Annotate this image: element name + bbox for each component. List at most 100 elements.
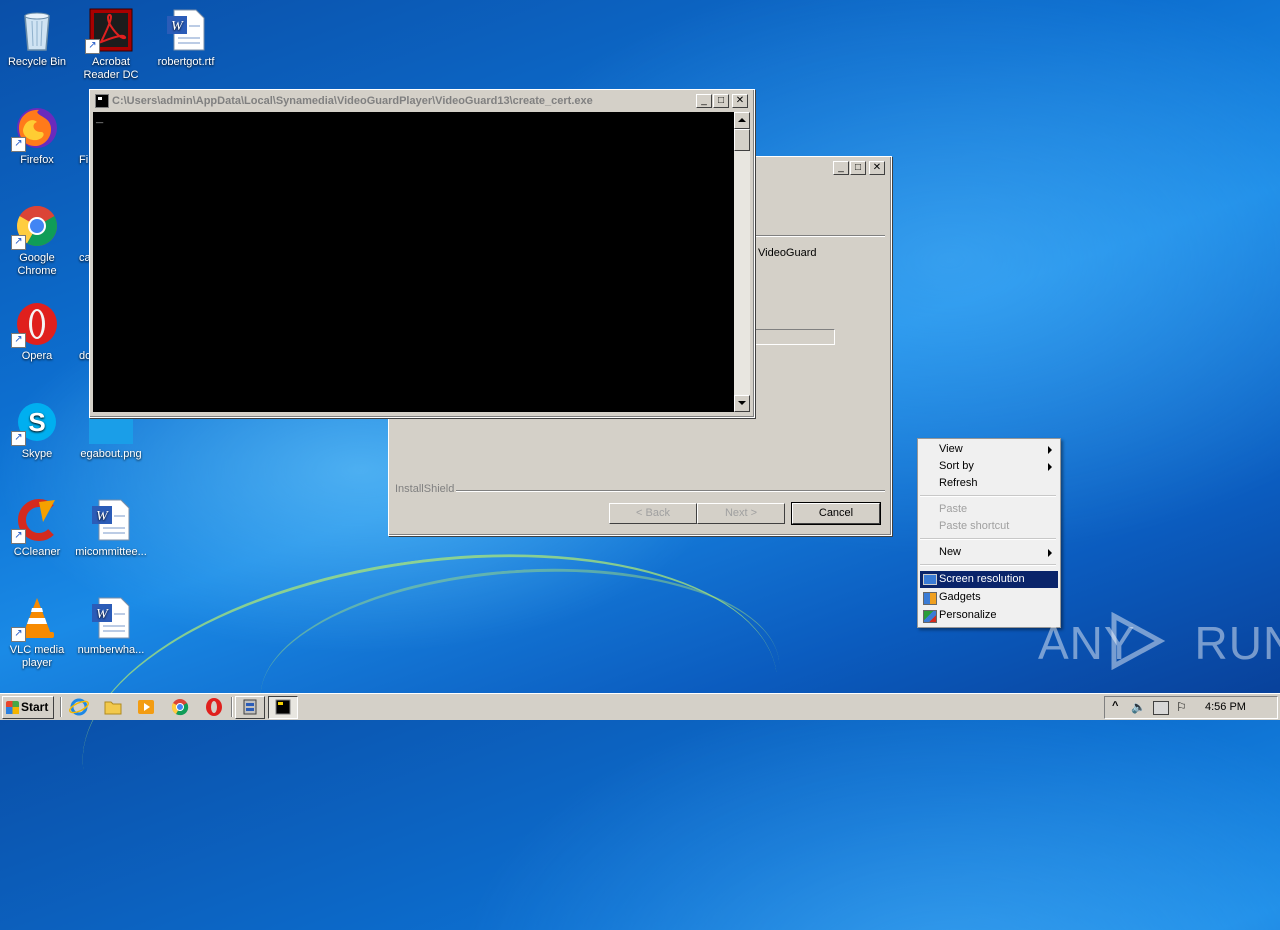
play-logo-icon	[1111, 612, 1166, 670]
scroll-thumb[interactable]	[734, 129, 750, 151]
tray-expand-chevron-icon[interactable]: ^	[1112, 700, 1118, 712]
desktop-context-menu: View Sort by Refresh Paste Paste shortcu…	[917, 438, 1061, 628]
desktop-icon-opera[interactable]: ↗ Opera	[0, 302, 74, 363]
console-titlebar[interactable]: C:\Users\admin\AppData\Local\Synamedia\V…	[92, 92, 750, 110]
chrome-taskbar-icon[interactable]	[169, 697, 191, 717]
desktop-icon-label: egabout.png	[80, 448, 142, 460]
desktop-icon-label: Acrobat Reader DC	[83, 56, 139, 81]
console-output-area[interactable]: _	[93, 112, 734, 412]
action-center-flag-icon[interactable]: ⚐	[1176, 700, 1187, 714]
taskbar-button-installshield[interactable]	[235, 696, 265, 719]
scroll-down-button[interactable]	[734, 395, 750, 412]
installshield-footer-divider	[395, 490, 885, 492]
system-tray: ^ 🔈 ⚐ 4:56 PM	[1104, 696, 1278, 719]
shortcut-arrow-icon: ↗	[11, 137, 26, 152]
taskbar-button-console[interactable]	[268, 696, 298, 719]
explorer-folder-icon[interactable]	[102, 697, 124, 717]
opera-taskbar-icon[interactable]	[203, 697, 225, 717]
opera-icon: ↗	[11, 302, 59, 348]
menu-item-label: Personalize	[939, 609, 997, 621]
menu-item-label: Paste	[939, 503, 968, 515]
shortcut-arrow-icon: ↗	[11, 333, 26, 348]
maximize-button[interactable]: □	[713, 94, 729, 108]
scroll-down-arrow-icon	[738, 401, 746, 405]
desktop-icon-firefox[interactable]: ↗ Firefox	[0, 106, 74, 167]
desktop-icon-label: micommittee...	[75, 546, 147, 558]
start-button[interactable]: Start	[2, 696, 54, 719]
desktop-icon-label: CCleaner	[13, 546, 61, 558]
menu-item-label: Screen resolution	[939, 573, 1025, 585]
shortcut-arrow-icon: ↗	[11, 431, 26, 446]
recycle-bin-icon	[15, 8, 59, 52]
quicklaunch-separator	[60, 697, 62, 717]
menu-item-label: Gadgets	[939, 591, 981, 603]
maximize-button[interactable]: □	[850, 161, 866, 175]
anyrun-watermark: ANY RUN	[1038, 612, 1280, 672]
media-player-icon[interactable]	[135, 697, 157, 717]
installshield-brand-label: InstallShield	[395, 483, 457, 495]
close-button[interactable]: ✕	[869, 161, 885, 175]
network-icon[interactable]	[1153, 701, 1169, 715]
shortcut-arrow-icon: ↗	[85, 39, 100, 54]
word-document-icon: W	[89, 498, 133, 542]
menu-separator	[920, 495, 1056, 497]
acrobat-reader-icon: ↗	[85, 8, 133, 54]
cancel-button[interactable]: Cancel	[791, 502, 881, 525]
minimize-button[interactable]: _	[696, 94, 712, 108]
next-button[interactable]: Next >	[697, 503, 785, 524]
menu-item-refresh[interactable]: Refresh	[920, 475, 1058, 492]
installer-icon	[243, 699, 257, 715]
close-button[interactable]: ✕	[732, 94, 748, 108]
personalize-icon	[923, 610, 937, 623]
submenu-arrow-icon	[1048, 549, 1052, 557]
menu-separator	[920, 564, 1056, 566]
menu-item-paste-shortcut[interactable]: Paste shortcut	[920, 518, 1058, 535]
desktop-icon-skype[interactable]: S ↗ Skype	[0, 400, 74, 461]
console-app-icon	[95, 94, 109, 108]
taskbar: Start ^ 🔈 ⚐ 4:56 PM	[0, 693, 1280, 720]
desktop-icon-numberwha[interactable]: W numberwha...	[74, 596, 148, 657]
menu-item-new[interactable]: New	[920, 544, 1058, 561]
ie-icon[interactable]	[68, 697, 90, 717]
word-document-icon: W	[164, 8, 208, 52]
svg-text:S: S	[28, 407, 45, 437]
desktop-icon-acrobat[interactable]: ↗ Acrobat Reader DC	[74, 8, 148, 82]
desktop-icon-robertgot[interactable]: W robertgot.rtf	[149, 8, 223, 69]
clock[interactable]: 4:56 PM	[1205, 701, 1246, 713]
svg-text:W: W	[171, 19, 184, 34]
submenu-arrow-icon	[1048, 463, 1052, 471]
desktop-icon-ccleaner[interactable]: ↗ CCleaner	[0, 498, 74, 559]
shortcut-arrow-icon: ↗	[11, 529, 26, 544]
menu-item-view[interactable]: View	[920, 441, 1058, 458]
installshield-progress-bar	[755, 329, 835, 345]
menu-item-paste[interactable]: Paste	[920, 501, 1058, 518]
scroll-up-button[interactable]	[734, 112, 750, 129]
menu-item-screen-resolution[interactable]: Screen resolution	[920, 571, 1058, 588]
desktop-icon-label: VLC media player	[9, 644, 65, 669]
volume-icon[interactable]: 🔈	[1131, 700, 1146, 714]
ccleaner-icon: ↗	[11, 498, 59, 544]
menu-item-gadgets[interactable]: Gadgets	[920, 589, 1058, 606]
menu-item-label: Sort by	[939, 460, 974, 472]
shortcut-arrow-icon: ↗	[11, 235, 26, 250]
desktop-icon-label: Recycle Bin	[7, 56, 67, 68]
minimize-button[interactable]: _	[833, 161, 849, 175]
chrome-icon: ↗	[11, 204, 59, 250]
vlc-icon: ↗	[11, 596, 59, 642]
menu-item-sort-by[interactable]: Sort by	[920, 458, 1058, 475]
desktop-icon-label: numberwha...	[77, 644, 145, 656]
word-document-icon: W	[89, 596, 133, 640]
back-button[interactable]: < Back	[609, 503, 697, 524]
svg-text:W: W	[96, 607, 109, 622]
console-vertical-scrollbar[interactable]	[734, 112, 750, 412]
desktop-icon-vlc[interactable]: ↗ VLC media player	[0, 596, 74, 670]
menu-item-label: View	[939, 443, 963, 455]
desktop-icon-label: Firefox	[20, 154, 54, 166]
menu-item-label: Refresh	[939, 477, 978, 489]
desktop-icon-label: robertgot.rtf	[157, 56, 215, 68]
console-window[interactable]: C:\Users\admin\AppData\Local\Synamedia\V…	[89, 89, 755, 418]
desktop-icon-chrome[interactable]: ↗ Google Chrome	[0, 204, 74, 278]
desktop-icon-recycle-bin[interactable]: Recycle Bin	[0, 8, 74, 69]
scroll-up-arrow-icon	[738, 118, 746, 122]
desktop-icon-micommittee[interactable]: W micommittee...	[74, 498, 148, 559]
